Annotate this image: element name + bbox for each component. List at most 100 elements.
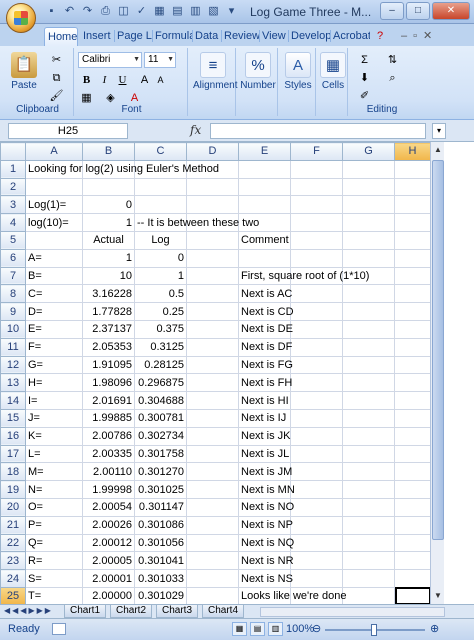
cell-f20[interactable]	[290, 497, 343, 517]
cell-f3[interactable]	[290, 195, 343, 215]
cell-e13[interactable]: Next is FH	[238, 373, 292, 393]
cell-a1[interactable]: Looking for log(2) using Euler's Method	[25, 159, 219, 179]
cell-f21[interactable]	[290, 515, 343, 535]
cell-b12[interactable]: 1.91095	[82, 355, 135, 375]
cell-h17[interactable]	[394, 444, 431, 464]
cell-c6[interactable]: 0	[134, 248, 187, 268]
row-header[interactable]: 19	[0, 480, 26, 499]
row-header[interactable]: 3	[0, 195, 26, 215]
cell-f19[interactable]	[290, 480, 343, 499]
cell-a15[interactable]: J=	[25, 408, 83, 428]
tab-page-layout[interactable]: Page La	[114, 27, 152, 46]
cell-f8[interactable]	[290, 284, 343, 304]
cell-c16[interactable]: 0.302734	[134, 426, 187, 446]
tab-insert[interactable]: Insert	[80, 27, 114, 46]
cell-c3[interactable]	[134, 195, 187, 215]
cell-d24[interactable]	[186, 569, 239, 588]
vertical-scrollbar[interactable]: ▲ ▼	[430, 142, 444, 604]
cell-e2[interactable]	[238, 177, 291, 197]
cell-e22[interactable]: Next is NQ	[238, 533, 294, 553]
cell-b4[interactable]: 1	[82, 213, 135, 232]
cell-h11[interactable]	[394, 337, 431, 357]
sheet-tab-chart2[interactable]: Chart2	[110, 605, 153, 618]
formula-input[interactable]	[210, 123, 426, 139]
macro-record-icon[interactable]	[52, 623, 66, 635]
cell-h22[interactable]	[394, 533, 431, 553]
save-icon[interactable]: ▪	[44, 4, 59, 19]
office-button[interactable]	[6, 3, 36, 33]
cell-h19[interactable]	[394, 480, 431, 499]
cell-h16[interactable]	[394, 426, 431, 446]
underline-button[interactable]: U	[114, 72, 131, 89]
cell-b11[interactable]: 2.05353	[82, 337, 135, 357]
sheet-tab-chart3[interactable]: Chart3	[156, 605, 199, 618]
cell-a17[interactable]: L=	[25, 444, 83, 464]
cell-b21[interactable]: 2.00026	[82, 515, 135, 535]
cell-g17[interactable]	[342, 444, 395, 464]
cell-b3[interactable]: 0	[82, 195, 135, 215]
cell-f2[interactable]	[290, 177, 343, 197]
cell-c22[interactable]: 0.301056	[134, 533, 187, 553]
cell-f15[interactable]	[290, 408, 343, 428]
number-button[interactable]: % Number	[238, 52, 278, 91]
cell-f1[interactable]	[290, 159, 343, 179]
row-header[interactable]: 1	[0, 159, 26, 179]
expand-formula-bar-icon[interactable]: ▾	[432, 123, 446, 139]
cell-a8[interactable]: C=	[25, 284, 83, 304]
tab-developer[interactable]: Develop	[288, 27, 330, 46]
cell-c13[interactable]: 0.296875	[134, 373, 187, 393]
tab-view[interactable]: View	[259, 27, 288, 46]
alignment-button[interactable]: ≡ Alignment	[193, 52, 237, 91]
cell-f12[interactable]	[290, 355, 343, 375]
scroll-down-icon[interactable]: ▼	[431, 588, 445, 604]
row-header[interactable]: 4	[0, 213, 26, 232]
cell-f10[interactable]	[290, 319, 343, 339]
row-header[interactable]: 10	[0, 319, 26, 339]
cell-d15[interactable]	[186, 408, 239, 428]
horizontal-scrollbar[interactable]	[260, 607, 445, 617]
tab-home[interactable]: Home	[44, 27, 78, 46]
cell-a11[interactable]: F=	[25, 337, 83, 357]
cell-d10[interactable]	[186, 319, 239, 339]
row-header[interactable]: 23	[0, 551, 26, 571]
cell-g16[interactable]	[342, 426, 395, 446]
cell-d6[interactable]	[186, 248, 239, 268]
cell-c25[interactable]: 0.301029	[134, 586, 187, 606]
cell-d8[interactable]	[186, 284, 239, 304]
scroll-thumb[interactable]	[432, 160, 444, 540]
cell-a24[interactable]: S=	[25, 569, 83, 588]
cell-c20[interactable]: 0.301147	[134, 497, 187, 517]
row-header[interactable]: 16	[0, 426, 26, 446]
row-header[interactable]: 8	[0, 284, 26, 304]
column-header-a[interactable]: A	[25, 142, 83, 161]
cell-h12[interactable]	[394, 355, 431, 375]
cell-g12[interactable]	[342, 355, 395, 375]
insert-function-icon[interactable]: fx	[190, 123, 201, 137]
row-header[interactable]: 20	[0, 497, 26, 517]
find-select-icon[interactable]: ⌕	[384, 70, 401, 87]
cell-e23[interactable]: Next is NR	[238, 551, 294, 571]
cell-h9[interactable]	[394, 302, 431, 321]
cell-g20[interactable]	[342, 497, 395, 517]
font-name-combo[interactable]: Calibri ▼	[78, 52, 142, 68]
cell-d2[interactable]	[186, 177, 239, 197]
row-header[interactable]: 2	[0, 177, 26, 197]
cell-f5[interactable]	[290, 230, 343, 250]
cell-f4[interactable]	[290, 213, 343, 232]
fill-icon[interactable]: ⬇	[356, 70, 373, 87]
cell-d20[interactable]	[186, 497, 239, 517]
cell-h7[interactable]	[394, 266, 431, 286]
print-icon[interactable]: ⎙	[98, 4, 113, 19]
scroll-up-icon[interactable]: ▲	[431, 142, 445, 158]
cell-g15[interactable]	[342, 408, 395, 428]
cell-c23[interactable]: 0.301041	[134, 551, 187, 571]
cell-f17[interactable]	[290, 444, 343, 464]
cell-b14[interactable]: 2.01691	[82, 391, 135, 410]
cell-d19[interactable]	[186, 480, 239, 499]
cell-g24[interactable]	[342, 569, 395, 588]
cell-e14[interactable]: Next is HI	[238, 391, 291, 410]
cell-b13[interactable]: 1.98096	[82, 373, 135, 393]
cell-g4[interactable]	[342, 213, 395, 232]
tab-review[interactable]: Review	[221, 27, 259, 46]
cell-b20[interactable]: 2.00054	[82, 497, 135, 517]
